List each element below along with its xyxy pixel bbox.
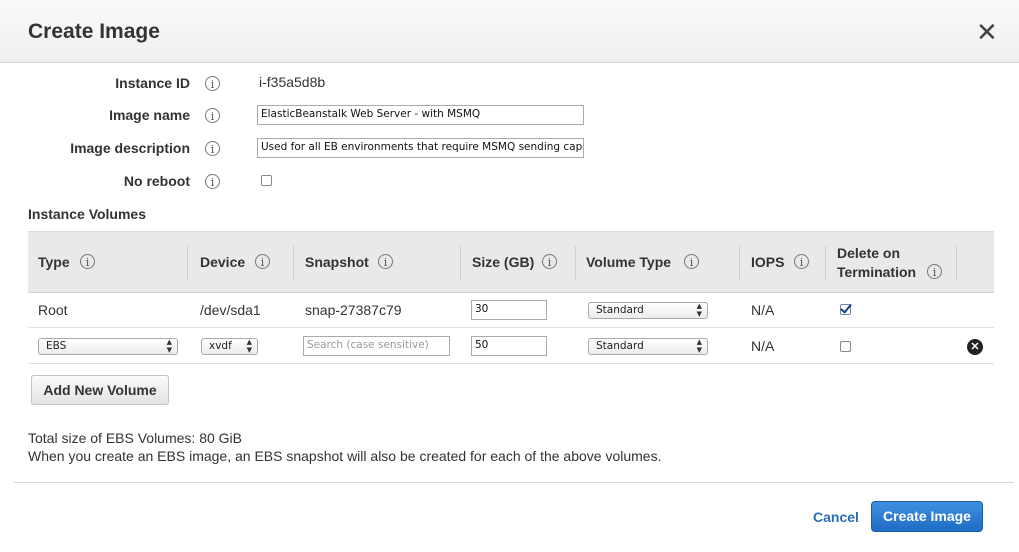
row2-volume-type-value: Standard (596, 340, 644, 352)
col-volume-type-label: Volume Type (586, 254, 672, 270)
remove-volume-icon[interactable]: ✕ (967, 339, 983, 355)
col-iops-label: IOPS (751, 254, 785, 270)
row2-device-select[interactable]: xvdf ▲ ▼ (201, 338, 258, 355)
snapshot-note-text: When you create an EBS image, an EBS sna… (28, 448, 662, 464)
create-image-button[interactable]: Create Image (871, 501, 983, 532)
row2-iops: N/A (751, 338, 775, 354)
row2-device-value: xvdf (209, 340, 232, 352)
col-snapshot-header: Snapshot (305, 254, 369, 270)
row-divider (28, 327, 994, 328)
row1-delete-checkbox[interactable] (840, 304, 851, 315)
col-size-header: Size (GB) (472, 254, 534, 270)
info-icon[interactable]: i (80, 254, 95, 269)
select-arrows-icon: ▲ ▼ (696, 338, 702, 354)
info-icon[interactable]: i (255, 254, 270, 269)
row1-type: Root (38, 302, 68, 318)
instance-volumes-title: Instance Volumes (28, 206, 147, 222)
row1-snapshot: snap-27387c79 (305, 302, 402, 318)
info-icon[interactable]: i (205, 76, 220, 91)
instance-id-label: Instance ID (115, 75, 190, 91)
select-arrows-icon: ▲ ▼ (696, 302, 702, 318)
volumes-table-header: Type i Device i Snapshot i Size (GB) i V… (28, 231, 994, 293)
info-icon[interactable]: i (542, 254, 557, 269)
col-type-label: Type (38, 254, 70, 270)
info-icon[interactable]: i (684, 254, 699, 269)
dialog-title: Create Image (28, 20, 160, 43)
add-new-volume-button[interactable]: Add New Volume (31, 375, 169, 405)
col-device-label: Device (200, 254, 246, 270)
row2-volume-type-select[interactable]: Standard ▲ ▼ (588, 338, 708, 355)
info-icon[interactable]: i (205, 141, 220, 156)
image-description-label: Image description (70, 140, 190, 156)
image-name-label: Image name (109, 107, 190, 123)
footer-divider (14, 482, 1014, 483)
instance-id-value: i-f35a5d8b (259, 74, 326, 90)
row1-size-input[interactable]: 30 (471, 300, 547, 320)
image-description-input[interactable]: Used for all EB environments that requir… (257, 138, 584, 158)
select-arrows-icon: ▲ ▼ (246, 338, 252, 354)
no-reboot-label: No reboot (123, 173, 190, 189)
col-delete-header: Delete on (837, 245, 900, 261)
col-iops-header: IOPS (751, 254, 784, 270)
row2-delete-checkbox[interactable] (840, 341, 851, 352)
image-name-input[interactable]: ElasticBeanstalk Web Server - with MSMQ (257, 105, 584, 125)
select-arrows-icon: ▲ ▼ (166, 338, 172, 354)
column-divider (825, 246, 826, 280)
col-delete-header-line2: Termination (837, 264, 916, 280)
row1-device: /dev/sda1 (200, 302, 261, 318)
info-icon[interactable]: i (794, 254, 809, 269)
row1-volume-type-select[interactable]: Standard ▲ ▼ (588, 302, 708, 319)
col-delete-label-line1: Delete on (837, 245, 901, 261)
total-size-text: Total size of EBS Volumes: 80 GiB (28, 430, 242, 446)
create-image-dialog: Create Image ✕ Instance ID i i-f35a5d8b … (0, 0, 1019, 552)
row1-volume-type-value: Standard (596, 304, 644, 316)
col-device-header: Device (200, 254, 245, 270)
dialog-header: Create Image ✕ (0, 0, 1019, 63)
col-size-label: Size (GB) (472, 254, 535, 270)
column-divider (187, 246, 188, 280)
column-divider (293, 246, 294, 280)
col-delete-label-line2: Termination (837, 264, 917, 280)
row1-iops: N/A (751, 302, 775, 318)
info-icon[interactable]: i (927, 264, 942, 279)
col-volume-type-header: Volume Type (586, 254, 671, 270)
no-reboot-checkbox[interactable] (261, 175, 272, 186)
info-icon[interactable]: i (205, 174, 220, 189)
info-icon[interactable]: i (205, 108, 220, 123)
column-divider (739, 246, 740, 280)
column-divider (956, 246, 957, 280)
info-icon[interactable]: i (378, 254, 393, 269)
col-snapshot-label: Snapshot (305, 254, 369, 270)
col-type-header: Type (38, 254, 70, 270)
column-divider (575, 246, 576, 280)
column-divider (460, 246, 461, 280)
row2-snapshot-search-input[interactable]: Search (case sensitive) (303, 336, 450, 356)
row2-type-select[interactable]: EBS ▲ ▼ (38, 338, 178, 355)
row2-size-input[interactable]: 50 (471, 336, 547, 356)
row2-type-value: EBS (46, 340, 67, 352)
close-icon[interactable]: ✕ (976, 19, 998, 45)
cancel-button[interactable]: Cancel (813, 509, 859, 525)
row-divider (28, 363, 994, 364)
